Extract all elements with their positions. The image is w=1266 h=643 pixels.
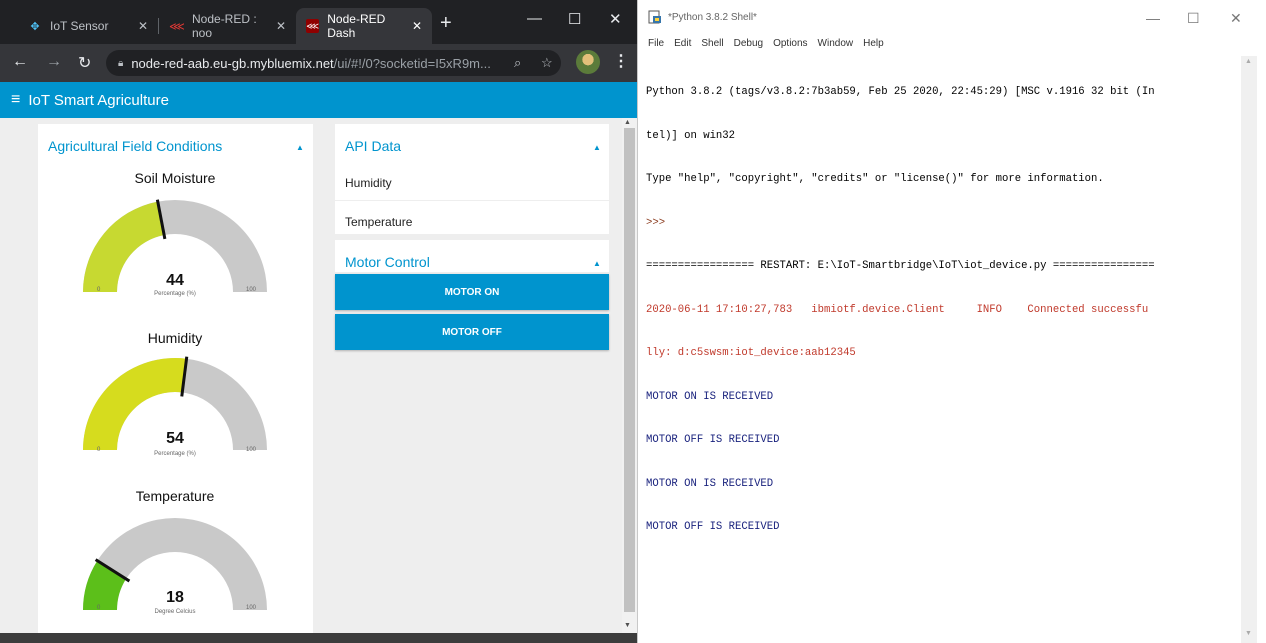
maximize-icon[interactable]: ☐ [1187, 10, 1200, 27]
minimize-icon[interactable]: — [527, 10, 542, 27]
status-strip [0, 633, 637, 643]
tab-title: Node-RED Dash [327, 12, 386, 40]
collapse-caret-icon[interactable]: ▲ [593, 259, 601, 268]
row-divider [335, 200, 609, 201]
shell-line: MOTOR ON IS RECEIVED [646, 477, 774, 490]
url-host: node-red-aab.eu-gb.mybluemix.net [131, 55, 334, 71]
title-bar: *Python 3.8.2 Shell* — ☐ ✕ [638, 0, 1266, 36]
shell-line: MOTOR ON IS RECEIVED [646, 390, 774, 403]
close-icon[interactable]: ✕ [412, 19, 422, 33]
scroll-up-icon[interactable]: ▲ [1245, 58, 1252, 65]
idle-shell-window: *Python 3.8.2 Shell* — ☐ ✕ File Edit She… [637, 0, 1266, 643]
gauge-max-label: 100 [246, 287, 257, 293]
soil-moisture-value: 44 [166, 272, 184, 289]
scroll-down-icon[interactable]: ▼ [624, 622, 631, 629]
dashboard-header: ≡ IoT Smart Agriculture [0, 82, 637, 118]
lock-icon: 🔒︎ [118, 57, 124, 69]
motor-off-button[interactable]: MOTOR OFF [335, 314, 609, 350]
tab-strip: ✥ IoT Sensor ✕ ⋘ Node-RED : noo ✕ ⋘ Node… [0, 0, 637, 44]
scroll-up-icon[interactable]: ▲ [624, 119, 631, 126]
close-icon[interactable]: ✕ [276, 19, 286, 33]
forward-icon[interactable]: → [46, 53, 62, 71]
collapse-caret-icon[interactable]: ▲ [296, 143, 304, 152]
group-title: API Data [345, 138, 402, 154]
star-icon[interactable]: ☆ [541, 55, 553, 71]
shell-line: Python 3.8.2 (tags/v3.8.2:7b3ab59, Feb 2… [646, 86, 1155, 98]
api-data-group: API Data ▲ Humidity Temperature [335, 124, 609, 234]
shell-line: Type "help", "copyright", "credits" or "… [646, 173, 1104, 185]
dashboard-body: Agricultural Field Conditions ▲ Soil Moi… [0, 118, 622, 633]
menu-help[interactable]: Help [863, 38, 884, 54]
humidity-gauge-title: Humidity [147, 330, 203, 346]
back-icon[interactable]: ← [12, 53, 28, 71]
shell-line: ================= RESTART: E:\IoT-Smartb… [646, 260, 1155, 272]
menu-window[interactable]: Window [818, 38, 854, 54]
shell-output[interactable]: Python 3.8.2 (tags/v3.8.2:7b3ab59, Feb 2… [646, 56, 1243, 564]
menu-bar: File Edit Shell Debug Options Window Hel… [638, 38, 884, 54]
iot-sensor-favicon-icon: ✥ [30, 20, 40, 33]
shell-line: MOTOR OFF IS RECEIVED [646, 434, 780, 446]
motor-on-button[interactable]: MOTOR ON [335, 274, 609, 310]
scrollbar[interactable] [1241, 56, 1257, 643]
api-humidity-row: Humidity [345, 176, 392, 190]
humidity-unit: Percentage (%) [154, 451, 196, 457]
shell-line: tel)] on win32 [646, 129, 736, 142]
menu-edit[interactable]: Edit [674, 38, 691, 54]
url-input[interactable]: 🔒︎ node-red-aab.eu-gb.mybluemix.net/ui/#… [106, 50, 561, 76]
url-path: /ui/#!/0?socketid=I5xR9m... [333, 55, 491, 71]
tab-iot-sensor[interactable]: ✥ IoT Sensor ✕ [18, 8, 158, 44]
chrome-window: ✥ IoT Sensor ✕ ⋘ Node-RED : noo ✕ ⋘ Node… [0, 0, 637, 643]
temperature-unit: Degree Celcius [154, 609, 196, 615]
page-title: IoT Smart Agriculture [28, 91, 169, 109]
scroll-down-icon[interactable]: ▼ [1245, 630, 1252, 637]
shell-line: MOTOR OFF IS RECEIVED [646, 521, 780, 533]
maximize-icon[interactable]: ☐ [568, 10, 581, 28]
shell-line: 2020-06-11 17:10:27,783 ibmiotf.device.C… [646, 303, 1149, 316]
group-title: Motor Control [345, 254, 430, 270]
tab-title: Node-RED : noo [192, 12, 257, 40]
gauge-min-label: 0 [97, 447, 101, 453]
shell-prompt: >>> [646, 216, 666, 229]
tab-title: IoT Sensor [50, 19, 109, 33]
zoom-icon[interactable]: ⌕ [514, 55, 521, 71]
gauge-min-label: 0 [97, 287, 101, 293]
gauge-min-label: 0 [97, 605, 101, 611]
avatar[interactable] [576, 50, 600, 74]
more-menu-icon[interactable]: ⋮ [613, 51, 629, 71]
humidity-value: 54 [166, 430, 184, 447]
group-title: Agricultural Field Conditions [48, 138, 223, 154]
tab-node-red-editor[interactable]: ⋘ Node-RED : noo ✕ [160, 8, 296, 44]
address-bar: ← → ↻ 🔒︎ node-red-aab.eu-gb.mybluemix.ne… [0, 44, 637, 82]
node-red-favicon-icon: ⋘ [306, 19, 320, 33]
close-icon[interactable]: ✕ [138, 19, 148, 33]
menu-options[interactable]: Options [773, 38, 807, 54]
window-title: *Python 3.8.2 Shell* [668, 12, 757, 23]
temperature-value: 18 [166, 589, 184, 606]
node-red-favicon-icon: ⋘ [169, 20, 185, 33]
field-conditions-group: Agricultural Field Conditions ▲ Soil Moi… [38, 124, 313, 633]
gauge-max-label: 100 [246, 447, 257, 453]
gauge-max-label: 100 [246, 605, 257, 611]
soil-moisture-unit: Percentage (%) [154, 291, 196, 297]
collapse-caret-icon[interactable]: ▲ [593, 143, 601, 152]
close-window-icon[interactable]: ✕ [1230, 10, 1242, 27]
hamburger-menu-icon[interactable]: ≡ [11, 91, 20, 109]
shell-line: lly: d:c5swsm:iot_device:aab12345 [646, 347, 856, 359]
python-file-icon [648, 10, 661, 24]
temperature-gauge-title: Temperature [135, 488, 215, 504]
minimize-icon[interactable]: — [1146, 10, 1160, 26]
scrollbar-thumb[interactable] [624, 128, 635, 612]
menu-shell[interactable]: Shell [701, 38, 723, 54]
tab-divider [158, 18, 159, 34]
menu-debug[interactable]: Debug [734, 38, 763, 54]
api-temperature-row: Temperature [345, 215, 413, 229]
menu-file[interactable]: File [648, 38, 664, 54]
motor-control-group: Motor Control ▲ [335, 240, 609, 272]
soil-moisture-gauge-title: Soil Moisture [134, 170, 216, 186]
close-window-icon[interactable]: ✕ [609, 10, 622, 28]
tab-node-red-dashboard[interactable]: ⋘ Node-RED Dash ✕ [296, 8, 432, 44]
new-tab-icon[interactable]: + [440, 12, 452, 35]
reload-icon[interactable]: ↻ [78, 53, 91, 73]
